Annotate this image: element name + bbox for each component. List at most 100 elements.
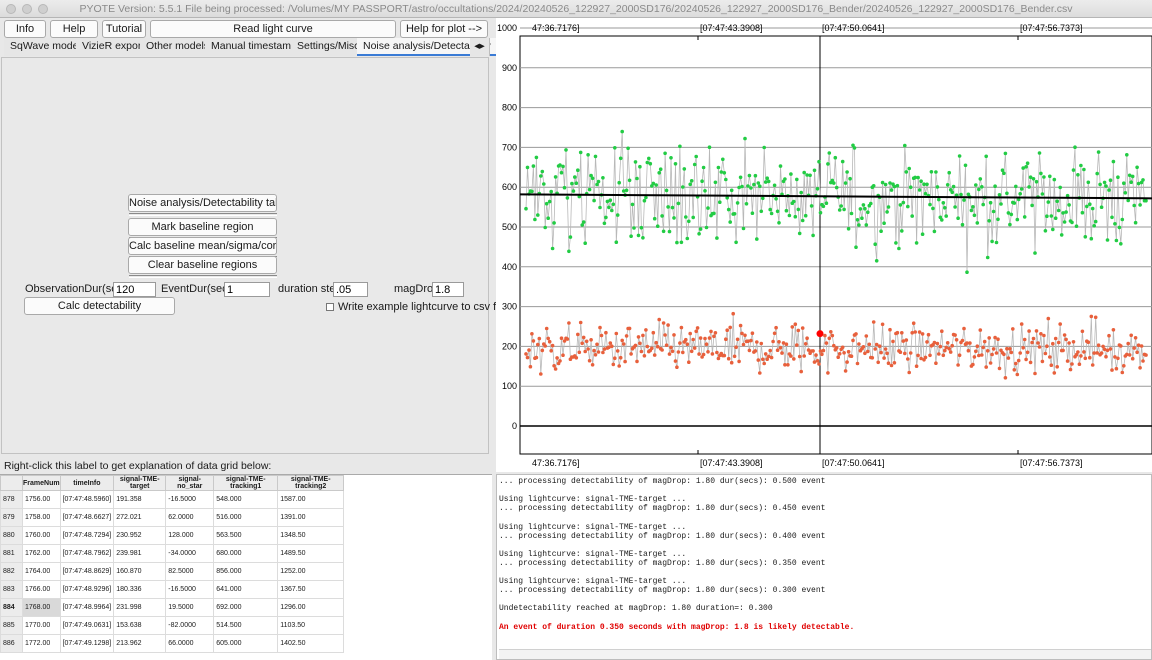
mag-drop-input[interactable] bbox=[432, 282, 464, 297]
table-cell[interactable]: -82.0000 bbox=[165, 616, 215, 635]
table-cell[interactable]: 128.000 bbox=[165, 526, 215, 545]
col-header-timeinfo[interactable]: timeInfo bbox=[59, 475, 115, 491]
table-cell[interactable]: 1103.50 bbox=[277, 616, 345, 635]
table-cell[interactable]: 213.962 bbox=[113, 634, 167, 653]
table-cell[interactable]: -34.0000 bbox=[165, 544, 215, 563]
table-cell[interactable]: 1760.00 bbox=[22, 526, 61, 545]
table-cell[interactable]: 1758.00 bbox=[22, 508, 61, 527]
write-csv-option[interactable]: Write example lightcurve to csv file bbox=[326, 301, 507, 313]
calc-baseline-button[interactable]: Calc baseline mean/sigma/corr coeffs bbox=[128, 237, 277, 255]
light-curve-plot[interactable]: 1000 900 800 700 600 500 400 300 200 100 0 47:36.71… bbox=[496, 18, 1152, 472]
col-header-signal-target[interactable]: signal-TME-target bbox=[113, 475, 167, 491]
table-row[interactable]: 884 1768.00 [07:47:48.9964] 231.998 19.5000 6… bbox=[0, 598, 345, 617]
minimize-window-icon[interactable] bbox=[22, 4, 32, 14]
table-cell[interactable]: [07:47:48.9964] bbox=[59, 598, 115, 617]
table-row[interactable]: 882 1764.00 [07:47:48.8629] 160.870 82.5000 8… bbox=[0, 562, 345, 581]
table-cell[interactable]: 82.5000 bbox=[165, 562, 215, 581]
table-row[interactable]: 883 1766.00 [07:47:48.9296] 180.336 -16.5000… bbox=[0, 580, 345, 599]
table-cell[interactable]: [07:47:49.1298] bbox=[59, 634, 115, 653]
output-log[interactable]: ... processing detectability of magDrop:… bbox=[496, 474, 1152, 660]
row-header[interactable]: 879 bbox=[0, 508, 23, 527]
row-header[interactable]: 883 bbox=[0, 580, 23, 599]
table-cell[interactable]: 1252.00 bbox=[277, 562, 345, 581]
table-cell[interactable]: [07:47:48.5960] bbox=[59, 490, 115, 509]
event-duration-input[interactable] bbox=[224, 282, 270, 297]
table-cell[interactable]: 19.5000 bbox=[165, 598, 215, 617]
table-cell[interactable]: [07:47:48.6627] bbox=[59, 508, 115, 527]
table-cell[interactable]: 272.021 bbox=[113, 508, 167, 527]
window-controls[interactable] bbox=[6, 4, 48, 14]
tab-scroll-arrows[interactable]: ◂▸ bbox=[470, 38, 490, 56]
data-grid-label[interactable]: Right-click this label to get explanatio… bbox=[4, 460, 271, 472]
write-csv-checkbox[interactable] bbox=[326, 303, 334, 312]
table-cell[interactable]: 180.336 bbox=[113, 580, 167, 599]
noise-tab-help-button[interactable]: Noise analysis/Detectability tab help bbox=[128, 194, 277, 212]
table-cell[interactable]: 1766.00 bbox=[22, 580, 61, 599]
tutorial-button[interactable]: Tutorial bbox=[102, 20, 146, 38]
table-cell[interactable]: 563.500 bbox=[213, 526, 279, 545]
row-header[interactable]: 881 bbox=[0, 544, 23, 563]
row-header[interactable]: 880 bbox=[0, 526, 23, 545]
table-row[interactable]: 879 1758.00 [07:47:48.6627] 272.021 62.0000 5… bbox=[0, 508, 345, 527]
table-cell[interactable]: 1587.00 bbox=[277, 490, 345, 509]
table-cell[interactable]: 62.0000 bbox=[165, 508, 215, 527]
log-horizontal-scrollbar[interactable] bbox=[499, 649, 1151, 659]
table-cell[interactable]: 231.998 bbox=[113, 598, 167, 617]
calc-detectability-button[interactable]: Calc detectability bbox=[24, 297, 175, 315]
table-cell[interactable]: 514.500 bbox=[213, 616, 279, 635]
data-grid[interactable]: FrameNum timeInfo signal-TME-target sign… bbox=[0, 474, 492, 660]
table-cell[interactable]: 1768.00 bbox=[22, 598, 61, 617]
table-row[interactable]: 885 1770.00 [07:47:49.0631] 153.638 -82.0000… bbox=[0, 616, 345, 635]
row-header[interactable]: 878 bbox=[0, 490, 23, 509]
row-header[interactable]: 884 bbox=[0, 598, 23, 617]
table-cell[interactable]: 605.000 bbox=[213, 634, 279, 653]
table-row[interactable]: 878 1756.00 [07:47:48.5960] 191.358 -16.5000… bbox=[0, 490, 345, 509]
table-cell[interactable]: 692.000 bbox=[213, 598, 279, 617]
table-cell[interactable]: 230.952 bbox=[113, 526, 167, 545]
row-header[interactable]: 886 bbox=[0, 634, 23, 653]
table-cell[interactable]: 1489.50 bbox=[277, 544, 345, 563]
info-button[interactable]: Info bbox=[4, 20, 46, 38]
table-cell[interactable]: 1772.00 bbox=[22, 634, 61, 653]
table-cell[interactable]: 66.0000 bbox=[165, 634, 215, 653]
table-cell[interactable]: 516.000 bbox=[213, 508, 279, 527]
table-cell[interactable]: -16.5000 bbox=[165, 490, 215, 509]
table-cell[interactable]: 239.981 bbox=[113, 544, 167, 563]
table-cell[interactable]: 160.870 bbox=[113, 562, 167, 581]
col-header-signal-nostar[interactable]: signal-no_star bbox=[165, 475, 215, 491]
table-row[interactable]: 886 1772.00 [07:47:49.1298] 213.962 66.0000 6… bbox=[0, 634, 345, 653]
chevron-right-icon[interactable]: ▸ bbox=[480, 40, 485, 52]
table-cell[interactable]: [07:47:48.7962] bbox=[59, 544, 115, 563]
light-curve-chart[interactable]: 1000900800700600500400300200100047:36.71… bbox=[496, 18, 1152, 472]
table-cell[interactable]: 1764.00 bbox=[22, 562, 61, 581]
table-cell[interactable]: 548.000 bbox=[213, 490, 279, 509]
duration-step-input[interactable] bbox=[333, 282, 368, 297]
table-cell[interactable]: [07:47:48.9296] bbox=[59, 580, 115, 599]
mark-baseline-button[interactable]: Mark baseline region bbox=[128, 218, 277, 236]
table-cell[interactable]: 1756.00 bbox=[22, 490, 61, 509]
table-row[interactable]: 881 1762.00 [07:47:48.7962] 239.981 -34.0000… bbox=[0, 544, 345, 563]
table-cell[interactable]: 1367.50 bbox=[277, 580, 345, 599]
table-cell[interactable]: [07:47:48.8629] bbox=[59, 562, 115, 581]
read-light-curve-button[interactable]: Read light curve bbox=[150, 20, 396, 38]
table-cell[interactable]: 1391.00 bbox=[277, 508, 345, 527]
table-cell[interactable]: -16.5000 bbox=[165, 580, 215, 599]
col-header-signal-tracking2[interactable]: signal-TME-tracking2 bbox=[277, 475, 345, 491]
help-for-plot-button[interactable]: Help for plot --> bbox=[400, 20, 488, 38]
col-header-framenum[interactable]: FrameNum bbox=[22, 475, 61, 491]
table-cell[interactable]: 1402.50 bbox=[277, 634, 345, 653]
table-cell[interactable]: [07:47:48.7294] bbox=[59, 526, 115, 545]
close-window-icon[interactable] bbox=[6, 4, 16, 14]
clear-baseline-button[interactable]: Clear baseline regions bbox=[128, 256, 277, 274]
table-cell[interactable]: 191.358 bbox=[113, 490, 167, 509]
table-cell[interactable]: [07:47:49.0631] bbox=[59, 616, 115, 635]
row-header[interactable]: 885 bbox=[0, 616, 23, 635]
observation-duration-input[interactable] bbox=[113, 282, 156, 297]
help-button[interactable]: Help bbox=[50, 20, 98, 38]
table-cell[interactable]: 641.000 bbox=[213, 580, 279, 599]
table-row[interactable]: 880 1760.00 [07:47:48.7294] 230.952 128.000 5… bbox=[0, 526, 345, 545]
table-cell[interactable]: 1296.00 bbox=[277, 598, 345, 617]
zoom-window-icon[interactable] bbox=[38, 4, 48, 14]
col-header-signal-tracking1[interactable]: signal-TME-tracking1 bbox=[213, 475, 279, 491]
table-cell[interactable]: 1770.00 bbox=[22, 616, 61, 635]
